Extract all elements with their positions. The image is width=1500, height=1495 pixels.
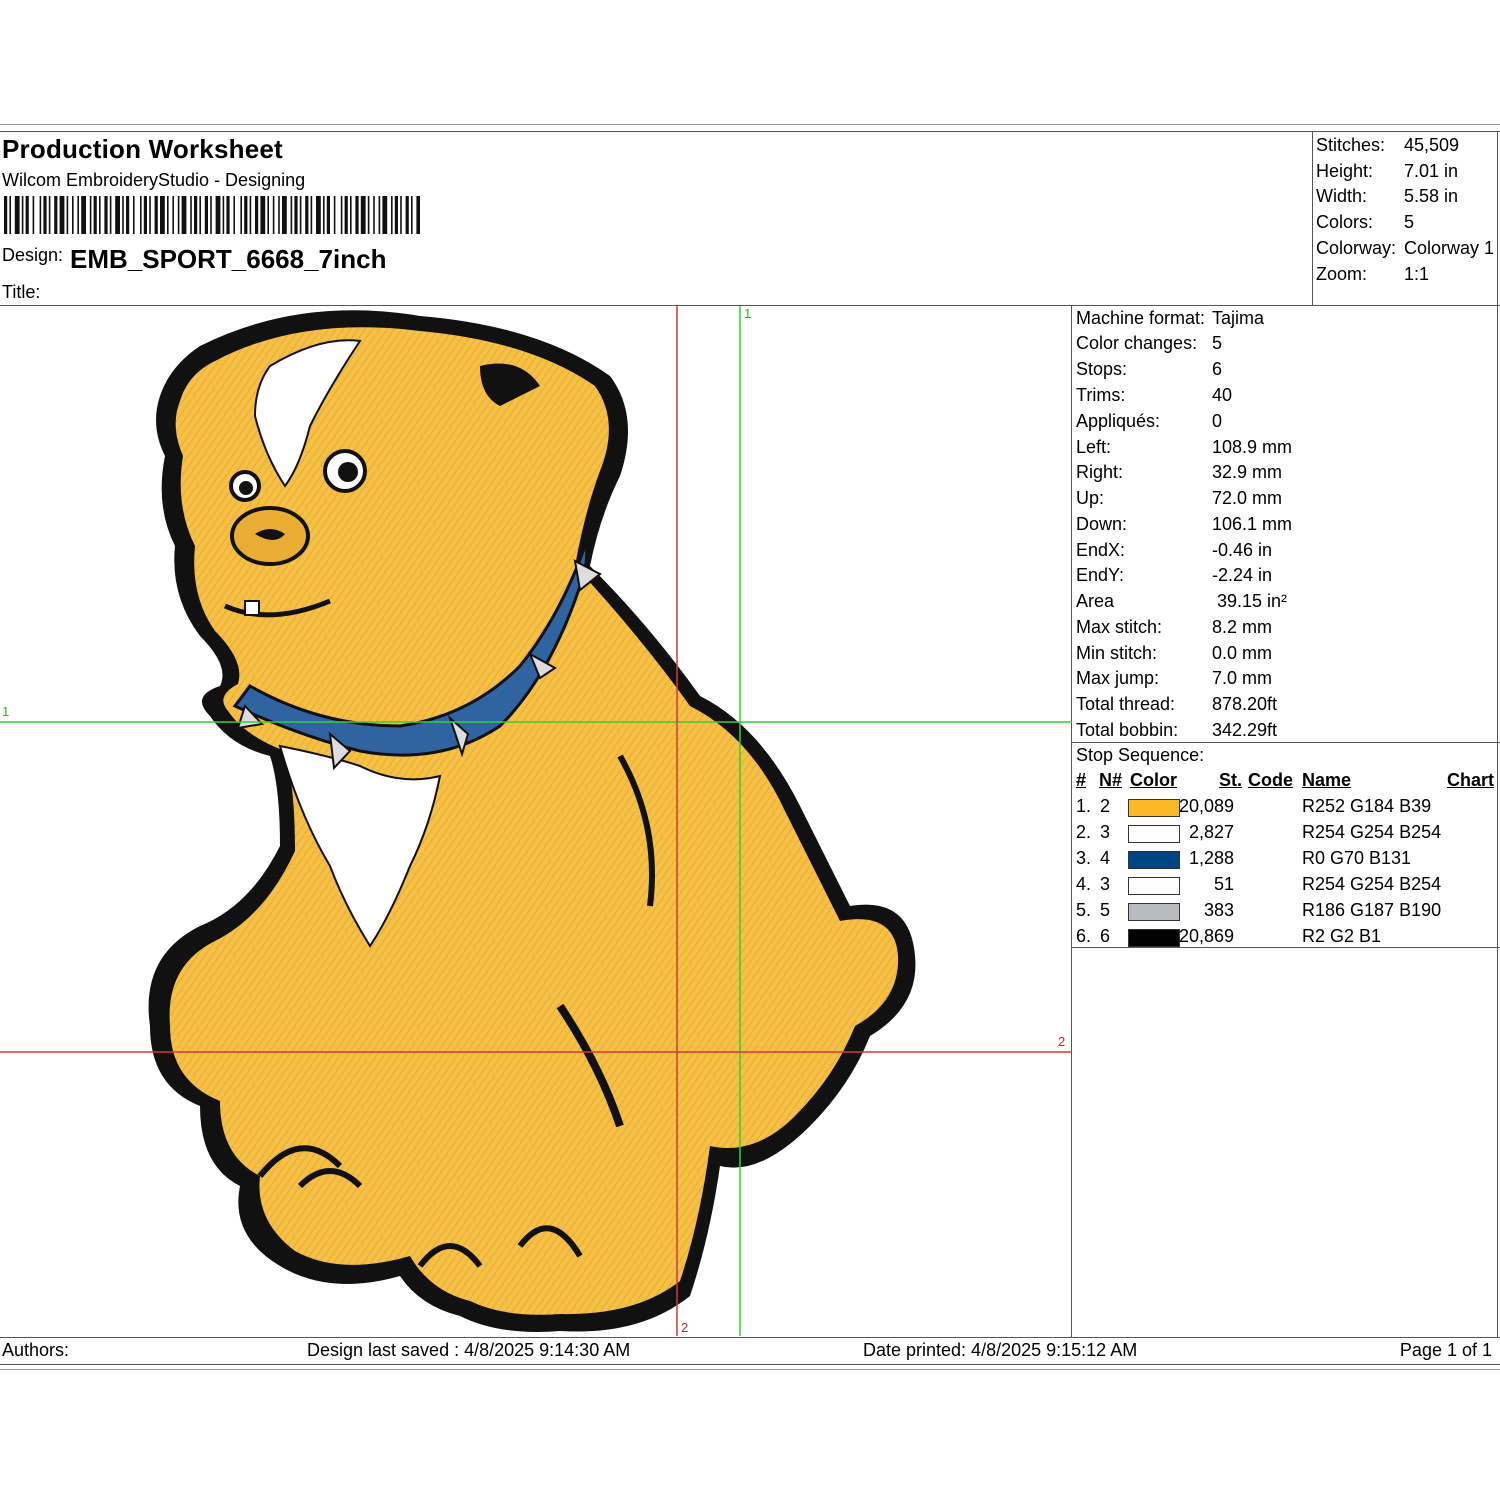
summary-value: 5.58 in: [1404, 186, 1459, 206]
needle-number: 4: [1100, 848, 1111, 868]
color-swatch: [1128, 877, 1180, 895]
bulldog-illustration: [148, 310, 916, 1332]
needle-number: 3: [1100, 874, 1111, 894]
stop-sequence-title: Stop Sequence:: [1076, 745, 1205, 765]
col-header-name: Name: [1302, 770, 1352, 790]
color-swatch: [1128, 929, 1180, 947]
guide-marker-green-v: 1: [744, 306, 752, 321]
stop-row: 4. 3 51 R254 G254 B254: [1076, 874, 1496, 900]
design-name: EMB_SPORT_6668_7inch: [70, 244, 387, 274]
summary-label: Width:: [1316, 186, 1368, 206]
design-canvas: 1 1 2 2: [0, 306, 1072, 1336]
title-label: Title:: [2, 282, 41, 302]
color-name: R252 G184 B39: [1302, 796, 1432, 816]
col-header-index: #: [1076, 770, 1087, 790]
stop-index: 1.: [1076, 796, 1092, 816]
barcode: [4, 196, 420, 234]
stop-index: 4.: [1076, 874, 1092, 894]
summary-value: 7.01 in: [1404, 161, 1459, 181]
col-header-chart: Chart: [1447, 770, 1495, 790]
right-edge: [1497, 131, 1498, 1337]
footer-top-border: [0, 1337, 1500, 1338]
stop-index: 5.: [1076, 900, 1092, 920]
summary-label: Zoom:: [1316, 264, 1368, 284]
stitch-count: 51: [1213, 874, 1234, 894]
needle-number: 6: [1100, 926, 1111, 946]
stop-row: 6. 6 20,869 R2 G2 B1: [1076, 926, 1496, 952]
color-name: R2 G2 B1: [1302, 926, 1382, 946]
summary-value: 1:1: [1404, 264, 1430, 284]
stop-index: 2.: [1076, 822, 1092, 842]
col-header-needle: N#: [1099, 770, 1123, 790]
color-swatch: [1128, 851, 1180, 869]
footer-bottom-border: [0, 1364, 1500, 1365]
header-top-border: [0, 131, 1500, 132]
summary-label: Stitches:: [1316, 135, 1386, 155]
stitch-count: 1,288: [1188, 848, 1234, 868]
bottom-border: [0, 1369, 1500, 1370]
app-name: Wilcom EmbroideryStudio - Designing: [2, 170, 306, 190]
guide-marker-red-h: 2: [1058, 1034, 1066, 1049]
summary-value: Colorway 1: [1404, 238, 1495, 258]
design-label: Design:: [2, 245, 64, 265]
stop-index: 3.: [1076, 848, 1092, 868]
stitch-count: 383: [1203, 900, 1234, 920]
footer-last-saved: Design last saved : 4/8/2025 9:14:30 AM: [307, 1340, 631, 1360]
color-swatch: [1128, 903, 1180, 921]
color-name: R254 G254 B254: [1302, 822, 1442, 842]
color-swatch: [1128, 825, 1180, 843]
summary-value: 5: [1404, 212, 1415, 232]
needle-number: 2: [1100, 796, 1111, 816]
summary-value: 45,509: [1404, 135, 1460, 155]
embroidery-preview: [0, 306, 1072, 1336]
stop-index: 6.: [1076, 926, 1092, 946]
footer-date-printed: Date printed: 4/8/2025 9:15:12 AM: [863, 1340, 1138, 1360]
page-title: Production Worksheet: [2, 134, 283, 164]
guide-marker-red-v: 2: [681, 1320, 689, 1335]
col-header-color: Color: [1130, 770, 1177, 790]
col-header-code: Code: [1248, 770, 1293, 790]
color-name: R186 G187 B190: [1302, 900, 1442, 920]
summary-label: Colorway:: [1316, 238, 1397, 258]
guide-marker-green-h: 1: [2, 704, 10, 719]
summary-label: Height:: [1316, 161, 1374, 181]
top-border: [0, 124, 1500, 125]
stitch-count: 20,869: [1178, 926, 1234, 946]
summary-divider: [1312, 131, 1313, 305]
color-swatch: [1128, 799, 1180, 817]
footer-authors: Authors:: [2, 1340, 70, 1360]
needle-number: 5: [1100, 900, 1111, 920]
color-name: R0 G70 B131: [1302, 848, 1412, 868]
stitch-count: 2,827: [1188, 822, 1234, 842]
needle-number: 3: [1100, 822, 1111, 842]
footer-page-number: Page 1 of 1: [1399, 1340, 1492, 1360]
stop-row: 3. 4 1,288 R0 G70 B131: [1076, 848, 1496, 874]
stop-row: 5. 5 383 R186 G187 B190: [1076, 900, 1496, 926]
color-name: R254 G254 B254: [1302, 874, 1442, 894]
stop-sequence-top-border: [1071, 742, 1500, 743]
stop-row: 1. 2 20,089 R252 G184 B39: [1076, 796, 1496, 822]
stitch-count: 20,089: [1178, 796, 1234, 816]
summary-label: Colors:: [1316, 212, 1374, 232]
stop-row: 2. 3 2,827 R254 G254 B254: [1076, 822, 1496, 848]
col-header-stitches: St.: [1219, 770, 1243, 790]
